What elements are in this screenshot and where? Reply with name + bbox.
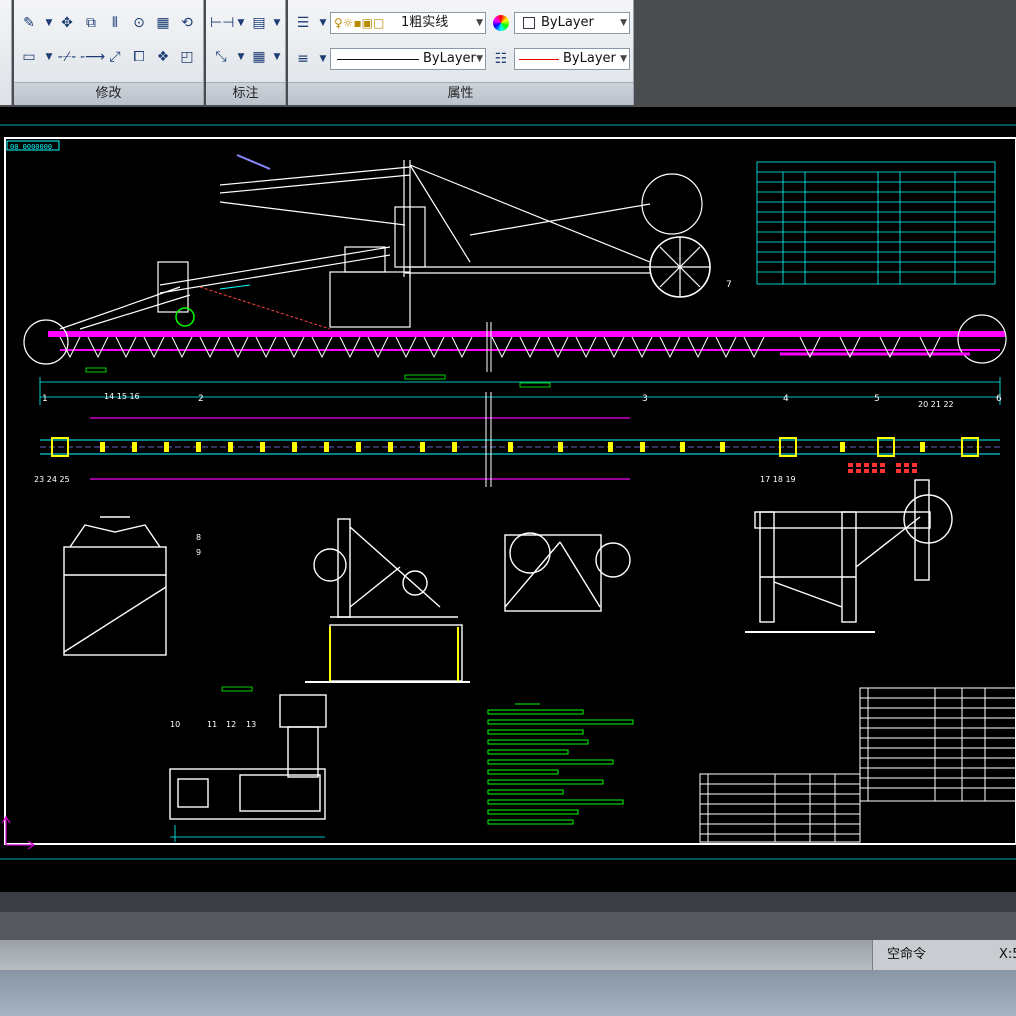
ribbon-panel-modify: ✎ ▼ ✥ ⧉ ⫴ ⊙ ▦ ⟲ ▭ ▼ -⌿- -⟶ ⤢ ⧠ ❖ ◰ 修改 <box>14 0 204 105</box>
copy-icon[interactable]: ⧉ <box>80 12 102 34</box>
layer-properties-icon[interactable]: ☰ <box>292 12 314 34</box>
move-icon[interactable]: ✥ <box>56 12 78 34</box>
ribbon-panel-annotation: ⊢⊣ ▼ ▤ ▼ ⤡ ▼ ▦ ▼ 标注 <box>206 0 286 105</box>
rotate-icon[interactable]: ⊙ <box>128 12 150 34</box>
color-swatch-icon <box>523 17 535 29</box>
lineweight-dropdown[interactable]: ByLayer ▼ <box>330 48 486 70</box>
linetype-dropdown-arrow-icon: ▼ <box>620 54 627 64</box>
balloon-group-20: 20 21 22 <box>918 400 954 409</box>
elevation-color-accents <box>175 154 331 330</box>
trim-icon[interactable]: -⌿- <box>56 46 78 68</box>
parts-list-table <box>699 687 1016 843</box>
color-value: ByLayer <box>541 15 594 30</box>
balloon-group-14: 14 15 16 <box>104 392 140 401</box>
table-dropdown-arrow-icon[interactable]: ▼ <box>266 46 288 68</box>
lineweight-icon[interactable]: ≡ <box>292 48 314 70</box>
balloon-7: 7 <box>726 280 732 290</box>
balloon-group-23: 23 24 25 <box>34 475 70 484</box>
balloon-12: 12 <box>226 720 236 729</box>
leader-icon[interactable]: ⤡ <box>210 46 232 68</box>
conveyor-idler-supports <box>59 322 941 372</box>
layer-dropdown-arrow-icon: ▼ <box>476 18 483 28</box>
layer-value: 1粗实线 <box>401 15 449 30</box>
layer-state-icons: ♀☼▪▣□ <box>334 16 385 30</box>
balloon-5: 5 <box>874 394 880 404</box>
technical-notes <box>487 703 634 825</box>
offset-icon[interactable]: ⟲ <box>176 12 198 34</box>
lineweight-dropdown-arrow-icon: ▼ <box>476 54 483 64</box>
balloon-2: 2 <box>198 394 204 404</box>
conveyor-plan-view <box>40 392 1000 487</box>
balloon-8: 8 <box>196 533 201 542</box>
panel-title-modify[interactable]: 修改 <box>14 82 203 105</box>
tail-frame-section <box>313 518 463 682</box>
layer-dropdown[interactable]: ♀☼▪▣□ 1粗实线 ▼ <box>330 12 486 34</box>
panel-title-properties-text: 属性 <box>447 86 474 101</box>
head-frame-section <box>754 479 953 623</box>
command-prompt-text: 空命令 <box>887 947 927 962</box>
color-dropdown-arrow-icon: ▼ <box>620 18 627 28</box>
mirror-icon[interactable]: ⫴ <box>104 12 126 34</box>
title-tag-text: 00 0000000 <box>10 143 52 151</box>
extend-icon[interactable]: -⟶ <box>80 46 105 68</box>
edit-pencil-icon[interactable]: ✎ <box>18 12 40 34</box>
balloon-9: 9 <box>196 548 201 557</box>
linetype-preview <box>519 59 559 60</box>
balloon-11: 11 <box>207 720 217 729</box>
linetype-icon[interactable]: ☷ <box>490 48 512 70</box>
conveyor-dimensions <box>39 367 1001 405</box>
drawing-svg[interactable]: 00 0000000 1 2 3 4 5 6 7 14 15 16 20 21 … <box>0 107 1016 892</box>
drawing-tabs-bar <box>0 892 1016 912</box>
text-dropdown-arrow-icon[interactable]: ▼ <box>266 12 288 34</box>
rectangle-select-icon[interactable]: ▭ <box>18 46 40 68</box>
balloon-group-17: 17 18 19 <box>760 475 796 484</box>
desktop-strip <box>0 970 1016 1016</box>
lineweight-value: ByLayer <box>423 51 476 66</box>
panel-title-properties[interactable]: 属性 <box>288 82 633 105</box>
color-wheel-icon[interactable] <box>490 12 512 34</box>
explode-icon[interactable]: ❖ <box>152 46 174 68</box>
balloon-6: 6 <box>996 394 1002 404</box>
spec-table <box>756 161 996 285</box>
balloon-1: 1 <box>42 394 48 404</box>
linetype-value: ByLayer <box>563 51 616 66</box>
command-line-bar[interactable] <box>0 912 1016 940</box>
lineweight-preview <box>337 59 419 60</box>
ribbon-panel-properties: ☰ ▼ ♀☼▪▣□ 1粗实线 ▼ ByLayer ▼ ≡ ▼ ByLayer ▼… <box>288 0 634 105</box>
drawing-canvas[interactable]: 00 0000000 1 2 3 4 5 6 7 14 15 16 20 21 … <box>0 107 1016 892</box>
drive-unit <box>169 694 327 820</box>
status-bar <box>0 940 1016 970</box>
ribbon-panel-draw-partial <box>0 0 12 105</box>
linetype-dropdown[interactable]: ByLayer ▼ <box>514 48 630 70</box>
fillet-icon[interactable]: ◰ <box>176 46 198 68</box>
middle-frame-section <box>504 532 631 612</box>
balloon-3: 3 <box>642 394 648 404</box>
balloon-13: 13 <box>246 720 256 729</box>
linear-dimension-icon[interactable]: ⊢⊣ <box>210 12 234 34</box>
ribbon: ✎ ▼ ✥ ⧉ ⫴ ⊙ ▦ ⟲ ▭ ▼ -⌿- -⟶ ⤢ ⧠ ❖ ◰ 修改 ⊢⊣… <box>0 0 1016 107</box>
stretch-icon[interactable]: ⤢ <box>104 46 126 68</box>
idler-frame-section <box>63 516 167 656</box>
balloon-10: 10 <box>170 720 180 729</box>
color-dropdown[interactable]: ByLayer ▼ <box>514 12 630 34</box>
balloon-4: 4 <box>783 394 789 404</box>
array-icon[interactable]: ▦ <box>152 12 174 34</box>
coordinate-readout: X:5 <box>999 947 1016 962</box>
status-command-area[interactable]: 空命令 X:5 <box>872 940 1016 970</box>
machine-elevation <box>59 160 711 330</box>
scale-icon[interactable]: ⧠ <box>128 46 150 68</box>
panel-title-annotation[interactable]: 标注 <box>206 82 285 105</box>
